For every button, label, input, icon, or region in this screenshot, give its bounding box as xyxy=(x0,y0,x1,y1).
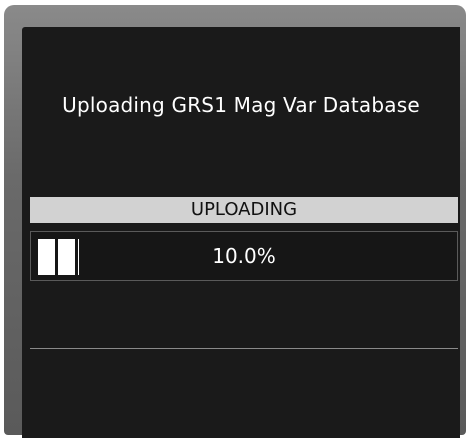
upload-status-bar: UPLOADING xyxy=(30,197,458,223)
display-bezel: Uploading GRS1 Mag Var Database UPLOADIN… xyxy=(0,0,474,445)
upload-title: Uploading GRS1 Mag Var Database xyxy=(62,93,420,117)
bottom-divider xyxy=(30,348,458,349)
progress-percentage: 10.0% xyxy=(212,244,276,268)
display-frame: Uploading GRS1 Mag Var Database UPLOADIN… xyxy=(4,5,466,438)
upload-screen: Uploading GRS1 Mag Var Database UPLOADIN… xyxy=(22,27,460,438)
upload-progress-bar: 10.0% xyxy=(30,231,458,281)
